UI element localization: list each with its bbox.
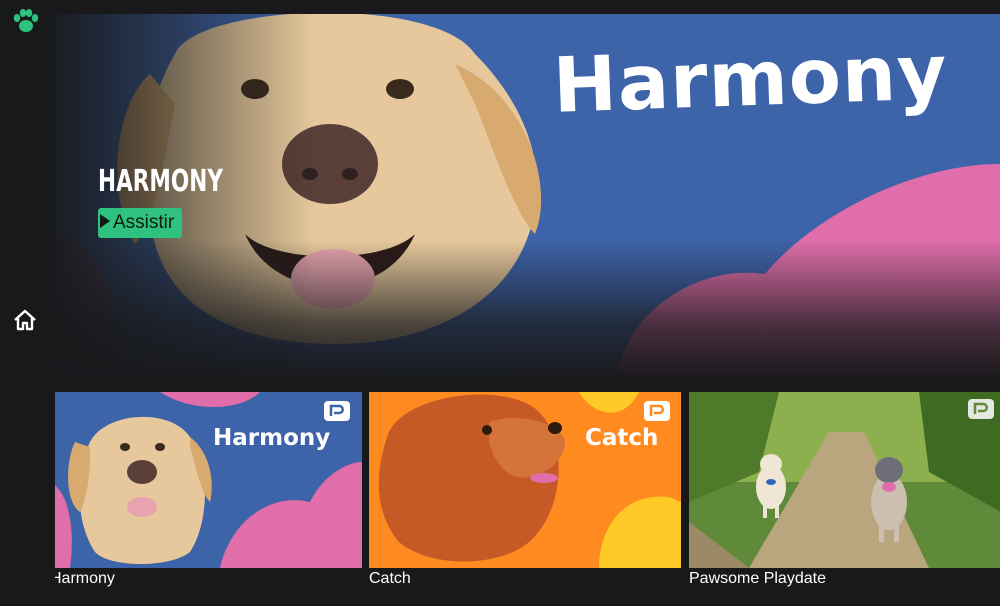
top-bar: [0, 0, 1000, 14]
content-row: Harmony Harmony Catch Catch Pawsome Play…: [50, 392, 1000, 606]
channel-badge-icon: [324, 401, 350, 421]
sidebar: [0, 0, 55, 606]
card-label: Pawsome Playdate: [689, 570, 826, 587]
hero-fade-bottom: [55, 240, 1000, 380]
watch-button[interactable]: Assistir: [98, 208, 182, 238]
harmony-artwork: [50, 392, 362, 568]
card-label: Harmony: [50, 570, 115, 587]
home-icon[interactable]: [12, 308, 38, 332]
card-catch[interactable]: Catch Catch: [369, 392, 681, 587]
play-icon: [100, 214, 110, 229]
playdate-artwork: [689, 392, 1000, 568]
paw-icon[interactable]: [12, 8, 40, 34]
catch-artwork: [369, 392, 681, 568]
hero-brand-text: Harmony: [551, 27, 949, 130]
card-thumbnail: Harmony: [50, 392, 362, 568]
card-pawsome-playdate[interactable]: Pawsome Playdate: [689, 392, 1000, 587]
channel-badge-icon: [644, 401, 670, 421]
card-brand-text: Catch: [585, 425, 659, 451]
channel-badge-icon: [968, 399, 994, 419]
watch-button-label: Assistir: [113, 212, 175, 233]
card-harmony[interactable]: Harmony Harmony: [50, 392, 362, 587]
card-brand-text: Harmony: [213, 425, 331, 451]
hero-banner[interactable]: Harmony HARMONY Assistir: [55, 14, 1000, 380]
hero-title: HARMONY: [98, 164, 223, 199]
card-thumbnail: Catch: [369, 392, 681, 568]
card-label: Catch: [369, 570, 411, 587]
card-thumbnail: [689, 392, 1000, 568]
